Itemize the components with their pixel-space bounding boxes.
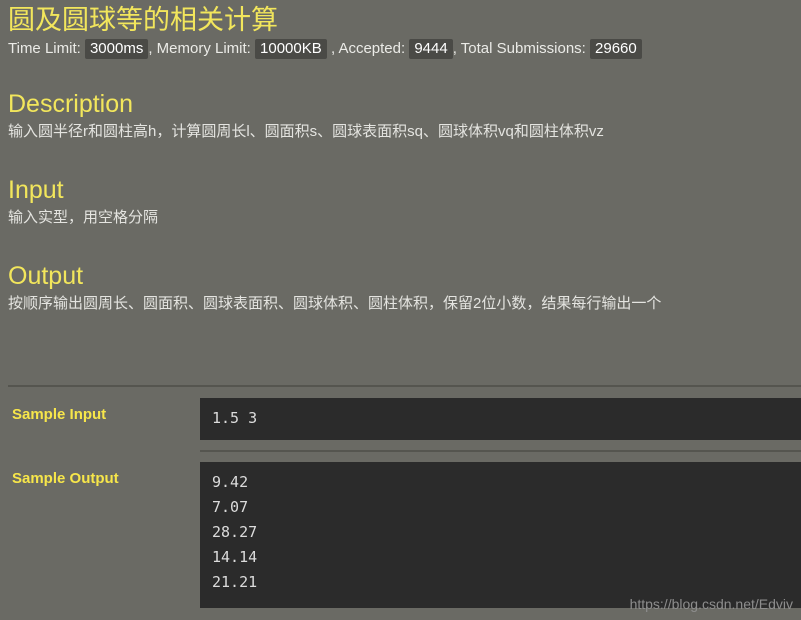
output-heading: Output	[8, 262, 84, 290]
accepted-value: 9444	[409, 39, 453, 59]
sample-input-label: Sample Input	[12, 406, 107, 423]
code-line: 28.27	[212, 523, 258, 541]
divider-above-sample-input	[8, 385, 801, 387]
meta-comma-3: ,	[452, 40, 457, 57]
code-line: 1.5 3	[212, 409, 258, 427]
code-line: 21.21	[212, 573, 258, 591]
meta-comma-2: ,	[330, 40, 336, 57]
sample-input-row: Sample Input 1.5 3	[0, 398, 801, 440]
time-limit-value: 3000ms	[84, 39, 149, 59]
code-line: 7.07	[212, 498, 249, 516]
code-line: 14.14	[212, 548, 258, 566]
input-body: 输入实型，用空格分隔	[8, 209, 159, 226]
description-body: 输入圆半径r和圆柱高h，计算圆周长l、圆面积s、圆球表面积sq、圆球体积vq和圆…	[8, 123, 604, 140]
problem-meta-line: Time Limit: 3000ms, Memory Limit: 10000K…	[0, 36, 801, 59]
time-limit-label: Time Limit:	[8, 40, 81, 57]
input-heading: Input	[8, 176, 64, 204]
sample-output-row: Sample Output 9.42 7.07 28.27 14.14 21.21	[0, 462, 801, 608]
sample-output-label: Sample Output	[12, 470, 119, 487]
section-input: Input 输入实型，用空格分隔	[0, 175, 801, 229]
total-submissions-label: Total Submissions:	[460, 40, 586, 57]
accepted-label: Accepted:	[338, 40, 406, 57]
section-output: Output 按顺序输出圆周长、圆面积、圆球表面积、圆球体积、圆柱体积，保留2位…	[0, 261, 801, 315]
page-title: 圆及圆球等的相关计算	[8, 5, 278, 35]
memory-limit-label: Memory Limit:	[156, 40, 251, 57]
output-body: 按顺序输出圆周长、圆面积、圆球表面积、圆球体积、圆柱体积，保留2位小数，结果每行…	[8, 295, 662, 312]
sample-output-code-block[interactable]: 9.42 7.07 28.27 14.14 21.21	[200, 462, 801, 608]
total-submissions-value: 29660	[590, 39, 642, 59]
problem-page: 圆及圆球等的相关计算 Time Limit: 3000ms, Memory Li…	[0, 0, 801, 620]
memory-limit-value: 10000KB	[255, 39, 327, 59]
code-line: 9.42	[212, 473, 249, 491]
description-heading: Description	[8, 90, 134, 118]
meta-comma-1: ,	[148, 40, 153, 57]
sample-input-code-block[interactable]: 1.5 3	[200, 398, 801, 440]
divider-between-samples	[200, 450, 801, 452]
section-description: Description 输入圆半径r和圆柱高h，计算圆周长l、圆面积s、圆球表面…	[0, 89, 801, 143]
